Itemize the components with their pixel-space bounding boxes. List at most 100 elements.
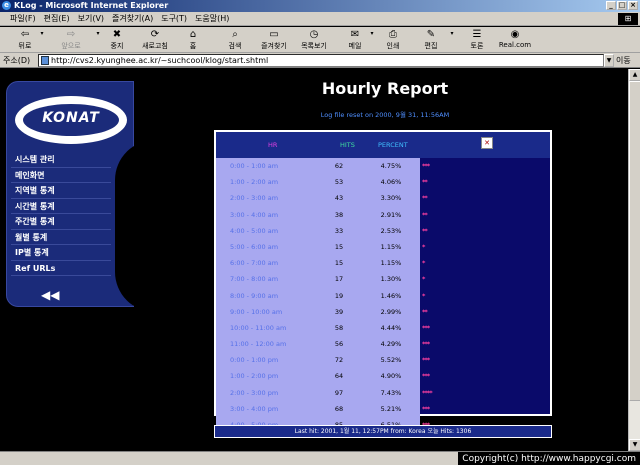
row-hits: 72 xyxy=(334,356,344,365)
sidebar-item-weekly-stats[interactable]: 주간별 통계 xyxy=(11,214,111,230)
hourly-report-table: HR HITS PERCENT ✕ 0:00 - 1:00 am 62 4.75% *… xyxy=(214,130,552,434)
address-dropdown-icon[interactable]: ▼ xyxy=(604,54,614,67)
row-hour: 1:00 - 2:00 am xyxy=(230,178,279,187)
table-row: 9:00 - 10:00 am 39 2.99% ** xyxy=(216,303,550,320)
realcom-button[interactable]: ◉ Real.com xyxy=(496,29,534,51)
row-percent: 4.90% xyxy=(380,372,402,381)
menu-tools[interactable]: 도구(T) xyxy=(161,13,187,24)
address-label: 주소(D) xyxy=(3,56,31,65)
toolbar: ⇦ 뒤로 ▾ ⇨ 앞으로 ▾ ✖ 중지 ⟳ 새로고침 ⌂ 홈 ⌕ 검색 ▭ 즐겨… xyxy=(0,27,640,53)
row-hour: 5:00 - 6:00 am xyxy=(230,242,279,251)
close-icon[interactable]: ✕ xyxy=(481,137,493,149)
mail-icon: ✉ xyxy=(350,29,360,40)
row-hour: 0:00 - 1:00 pm xyxy=(230,356,279,365)
row-hour: 3:00 - 4:00 pm xyxy=(230,404,279,413)
table-row: 2:00 - 3:00 pm 97 7.43% **** xyxy=(216,384,550,401)
go-button[interactable]: 이동 xyxy=(616,55,631,66)
row-hour: 6:00 - 7:00 am xyxy=(230,259,279,268)
row-hits: 19 xyxy=(334,291,344,300)
row-hour: 1:00 - 2:00 pm xyxy=(230,372,279,381)
favorites-button[interactable]: ▭ 즐겨찾기 xyxy=(256,29,292,51)
scroll-down-icon[interactable]: ▼ xyxy=(629,439,640,451)
sidebar-menu: 시스템 관리 메인화면 지역별 통계 시간별 통계 주간별 통계 월별 통계 I… xyxy=(11,152,111,276)
row-percent: 2.99% xyxy=(380,307,402,316)
edit-dropdown-icon[interactable]: ▾ xyxy=(448,29,456,51)
header-hour: HR xyxy=(268,141,278,149)
row-bar: * xyxy=(422,291,426,300)
page-title: Hourly Report xyxy=(321,79,449,98)
scroll-thumb[interactable] xyxy=(629,81,640,401)
row-bar: *** xyxy=(422,162,430,170)
minimize-button[interactable]: _ xyxy=(606,1,616,10)
row-percent: 5.21% xyxy=(380,404,402,413)
mail-dropdown-icon[interactable]: ▾ xyxy=(368,29,376,51)
row-percent: 7.43% xyxy=(380,388,402,397)
menu-file[interactable]: 파일(F) xyxy=(10,13,36,24)
home-button[interactable]: ⌂ 홈 xyxy=(184,29,202,51)
table-row: 4:00 - 5:00 am 33 2.53% ** xyxy=(216,222,550,239)
discuss-button[interactable]: ☰ 토론 xyxy=(466,29,488,51)
search-button[interactable]: ⌕ 검색 xyxy=(224,29,246,51)
sidebar-item-monthly-stats[interactable]: 월별 통계 xyxy=(11,230,111,245)
row-hour: 7:00 - 8:00 am xyxy=(230,275,279,284)
history-button[interactable]: ◷ 목록보기 xyxy=(296,29,332,51)
row-hits: 15 xyxy=(334,259,344,268)
row-bar: *** xyxy=(422,356,430,365)
sidebar-cutout xyxy=(115,140,155,312)
sidebar-item-system-admin[interactable]: 시스템 관리 xyxy=(11,152,111,168)
back-dropdown-icon[interactable]: ▾ xyxy=(38,29,46,51)
row-percent: 2.53% xyxy=(380,226,402,235)
table-row: 3:00 - 4:00 am 38 2.91% ** xyxy=(216,206,550,223)
table-row: 0:00 - 1:00 pm 72 5.52% *** xyxy=(216,352,550,369)
address-input[interactable]: http://cvs2.kyunghee.ac.kr/~suchcool/klo… xyxy=(38,54,604,67)
row-hits: 33 xyxy=(334,226,344,235)
forward-button[interactable]: ⇨ 앞으로 xyxy=(56,29,86,51)
menubar: 파일(F) 편집(E) 보기(V) 즐겨찾기(A) 도구(T) 도움말(H) xyxy=(0,12,640,26)
row-hour: 8:00 - 9:00 am xyxy=(230,291,279,300)
sidebar-item-main[interactable]: 메인화면 xyxy=(11,168,111,183)
close-button[interactable]: × xyxy=(628,1,638,10)
maximize-button[interactable]: □ xyxy=(617,1,627,10)
edit-button[interactable]: ✎ 편집 xyxy=(420,29,442,51)
row-hour: 9:00 - 10:00 am xyxy=(230,307,283,316)
sidebar-item-hourly-stats[interactable]: 시간별 통계 xyxy=(11,199,111,214)
row-hour: 2:00 - 3:00 pm xyxy=(230,388,279,397)
scroll-up-icon[interactable]: ▲ xyxy=(629,69,640,81)
log-reset-line: Log file reset on 2000, 9월 31, 11:56AM xyxy=(320,111,450,119)
back-double-arrow-icon[interactable]: ◀◀ xyxy=(41,288,59,302)
table-row: 0:00 - 1:00 am 62 4.75% *** xyxy=(216,158,550,175)
sidebar-item-ip-stats[interactable]: IP별 통계 xyxy=(11,245,111,261)
sidebar: KONAT 시스템 관리 메인화면 지역별 통계 시간별 통계 주간별 통계 월… xyxy=(6,81,155,312)
row-hour: 4:00 - 5:00 am xyxy=(230,226,279,235)
row-percent: 4.75% xyxy=(380,162,402,170)
row-percent: 4.29% xyxy=(380,340,402,349)
discuss-icon: ☰ xyxy=(472,29,482,40)
row-percent: 2.91% xyxy=(380,210,402,219)
back-arrow-icon: ⇦ xyxy=(20,29,30,40)
stop-button[interactable]: ✖ 중지 xyxy=(106,29,128,51)
menu-favorites[interactable]: 즐겨찾기(A) xyxy=(112,13,153,24)
row-bar: * xyxy=(422,259,426,268)
row-bar: ** xyxy=(422,210,428,219)
row-hits: 64 xyxy=(334,372,344,381)
refresh-button[interactable]: ⟳ 새로고침 xyxy=(138,29,172,51)
windows-logo-icon: ⊞ xyxy=(618,13,638,25)
address-url: http://cvs2.kyunghee.ac.kr/~suchcool/klo… xyxy=(51,56,269,65)
vertical-scrollbar[interactable]: ▲ ▼ xyxy=(628,69,640,451)
back-button[interactable]: ⇦ 뒤로 xyxy=(14,29,36,51)
sidebar-item-region-stats[interactable]: 지역별 통계 xyxy=(11,183,111,199)
sidebar-item-ref-urls[interactable]: Ref URLs xyxy=(11,261,111,276)
table-row: 10:00 - 11:00 am 58 4.44% *** xyxy=(216,319,550,337)
row-percent: 1.46% xyxy=(380,291,402,300)
menu-edit[interactable]: 편집(E) xyxy=(44,13,70,24)
row-hits: 53 xyxy=(334,178,344,187)
window-title: KLog - Microsoft Internet Explorer xyxy=(14,1,169,10)
forward-dropdown-icon[interactable]: ▾ xyxy=(94,29,102,51)
window-controls: _ □ × xyxy=(606,1,638,10)
menu-help[interactable]: 도움말(H) xyxy=(195,13,229,24)
row-bar: ** xyxy=(422,226,428,235)
table-row: 7:00 - 8:00 am 17 1.30% * xyxy=(216,271,550,288)
menu-view[interactable]: 보기(V) xyxy=(78,13,104,24)
print-button[interactable]: ⎙ 인쇄 xyxy=(382,29,404,51)
mail-button[interactable]: ✉ 메일 xyxy=(344,29,366,51)
